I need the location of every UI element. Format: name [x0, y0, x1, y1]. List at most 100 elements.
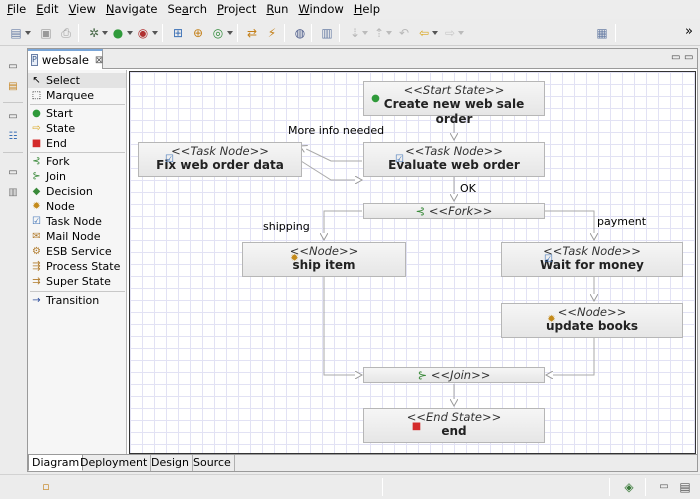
run-dropdown-icon[interactable]	[127, 31, 133, 35]
palette-item-node[interactable]: ✹ Node	[28, 199, 126, 214]
previous-annotation-icon[interactable]: ⇡	[371, 25, 387, 41]
menu-project[interactable]: Project	[212, 0, 261, 19]
left-trim-bar: ▭ ▤ ▭ ☷ ▭ ▥	[0, 48, 26, 473]
menu-navigate[interactable]: Navigate	[101, 0, 163, 19]
back-dropdown-icon[interactable]	[432, 31, 438, 35]
save-icon[interactable]: ▣	[38, 25, 54, 41]
menu-window[interactable]: Window	[293, 0, 348, 19]
console-icon[interactable]: ▥	[5, 186, 21, 200]
palette-item-marquee[interactable]: ⬚ Marquee	[28, 88, 126, 103]
restore-icon[interactable]: ▭	[656, 479, 672, 495]
node-ship-item[interactable]: ✹ <<Node>> ship item	[242, 242, 406, 277]
last-edit-location-icon[interactable]: ↶	[396, 25, 412, 41]
new-wizard-icon[interactable]: ▤	[8, 25, 24, 41]
open-task-icon[interactable]: ⚡	[264, 25, 280, 41]
fork-node[interactable]: ⊰ <<Fork>>	[363, 203, 545, 219]
next-annotation-dropdown-icon[interactable]	[362, 31, 368, 35]
menu-edit[interactable]: Edit	[31, 0, 63, 19]
tab-source[interactable]: Source	[190, 455, 235, 471]
palette-item-join[interactable]: ⊱ Join	[28, 169, 126, 184]
new-java-project-icon[interactable]: ⊞	[170, 25, 186, 41]
state-icon: ⇨	[32, 123, 41, 134]
outline-icon[interactable]: ☷	[5, 130, 21, 144]
mail-node-icon: ✉	[32, 231, 41, 242]
new-package-icon[interactable]: ⊕	[190, 25, 206, 41]
menu-run[interactable]: Run	[261, 0, 293, 19]
marquee-icon: ⬚	[31, 90, 42, 101]
fast-view-icon[interactable]: ▫	[38, 479, 54, 495]
end-state-node[interactable]: ■ <<End State>> end	[363, 408, 545, 443]
palette-separator	[30, 104, 125, 105]
restore-icon[interactable]: ▭	[5, 166, 21, 180]
toggle-mark-occurrences-icon[interactable]: ▥	[319, 25, 335, 41]
menu-view[interactable]: View	[64, 0, 101, 19]
task-node-icon: ☑	[544, 254, 553, 265]
previous-annotation-dropdown-icon[interactable]	[386, 31, 392, 35]
maximize-icon[interactable]: ▤	[677, 479, 693, 495]
new-dropdown-icon[interactable]	[25, 31, 31, 35]
debug-dropdown-icon[interactable]	[102, 31, 108, 35]
task-node-evaluate-web-order[interactable]: ☑ <<Task Node>> Evaluate web order	[363, 142, 545, 177]
restore-icon[interactable]: ▭	[5, 110, 21, 124]
external-tools-icon[interactable]: ◉	[135, 25, 151, 41]
palette-item-super-state[interactable]: ⇉ Super State	[28, 274, 126, 289]
task-node-icon: ☑	[32, 216, 41, 227]
tab-design[interactable]: Design	[148, 455, 193, 471]
palette-item-end[interactable]: ■ End	[28, 136, 126, 151]
join-icon: ⊱	[32, 171, 41, 182]
transition-label-more-info[interactable]: More info needed	[288, 124, 384, 137]
palette-item-start[interactable]: ● Start	[28, 106, 126, 121]
new-class-icon[interactable]: ◎	[210, 25, 226, 41]
menu-file[interactable]: File	[2, 0, 31, 19]
tab-diagram[interactable]: Diagram	[28, 455, 84, 471]
palette-item-state[interactable]: ⇨ State	[28, 121, 126, 136]
node-update-books[interactable]: ✹ <<Node>> update books	[501, 303, 683, 338]
start-state-node[interactable]: ● <<Start State>> Create new web sale or…	[363, 81, 545, 126]
palette-item-task-node[interactable]: ☑ Task Node	[28, 214, 126, 229]
external-tools-dropdown-icon[interactable]	[152, 31, 158, 35]
maximize-icon[interactable]: ▭	[684, 52, 693, 63]
close-icon[interactable]: ⊠	[95, 55, 103, 66]
end-icon: ■	[31, 138, 42, 149]
menu-search[interactable]: Search	[162, 0, 212, 19]
back-icon[interactable]: ⇦	[416, 25, 432, 41]
join-node[interactable]: ⊱ <<Join>>	[363, 367, 545, 383]
task-node-fix-web-order-data[interactable]: ☑ <<Task Node>> Fix web order data	[138, 142, 302, 177]
toolbar-overflow-icon[interactable]: »	[681, 24, 697, 40]
next-annotation-icon[interactable]: ⇣	[347, 25, 363, 41]
palette-item-transition[interactable]: → Transition	[28, 293, 126, 308]
task-node-wait-for-money[interactable]: ☑ <<Task Node>> Wait for money	[501, 242, 683, 277]
palette-item-mail-node[interactable]: ✉ Mail Node	[28, 229, 126, 244]
node-title: Create new web sale order	[383, 97, 525, 126]
diagram-canvas[interactable]: ● <<Start State>> Create new web sale or…	[129, 71, 696, 454]
transition-label-payment[interactable]: payment	[597, 215, 646, 228]
progress-icon[interactable]: ◈	[621, 479, 637, 495]
transition-ship-join	[323, 276, 362, 375]
palette-item-fork[interactable]: ⊰ Fork	[28, 154, 126, 169]
palette-item-select[interactable]: ↖ Select	[28, 73, 126, 88]
node-stereotype: <<Node>>	[289, 244, 359, 258]
editor-tab-websale[interactable]: P websale ⊠	[28, 49, 103, 69]
forward-dropdown-icon[interactable]	[458, 31, 464, 35]
new-class-dropdown-icon[interactable]	[227, 31, 233, 35]
debug-icon[interactable]: ✲	[86, 25, 102, 41]
package-explorer-icon[interactable]: ▤	[5, 80, 21, 94]
restore-icon[interactable]: ▭	[5, 60, 21, 74]
palette-item-process-state[interactable]: ⇶ Process State	[28, 259, 126, 274]
transition-label-shipping[interactable]: shipping	[263, 220, 310, 233]
palette-item-esb-service[interactable]: ⚙ ESB Service	[28, 244, 126, 259]
forward-icon[interactable]: ⇨	[442, 25, 458, 41]
palette-item-decision[interactable]: ◆ Decision	[28, 184, 126, 199]
open-type-icon[interactable]: ⇄	[244, 25, 260, 41]
task-node-icon: ☑	[395, 154, 404, 165]
process-state-icon: ⇶	[32, 261, 41, 272]
run-icon[interactable]: ●	[110, 25, 126, 41]
tab-deployment[interactable]: Deployment	[77, 455, 152, 471]
fork-icon: ⊰	[415, 204, 426, 218]
transition-label-ok[interactable]: OK	[460, 182, 476, 195]
open-perspective-icon[interactable]: ▦	[594, 25, 610, 41]
print-icon[interactable]: ⎙	[58, 25, 74, 41]
globe-icon[interactable]: ◍	[292, 25, 308, 41]
minimize-icon[interactable]: ▭	[671, 52, 680, 63]
menu-help[interactable]: Help	[349, 0, 385, 19]
